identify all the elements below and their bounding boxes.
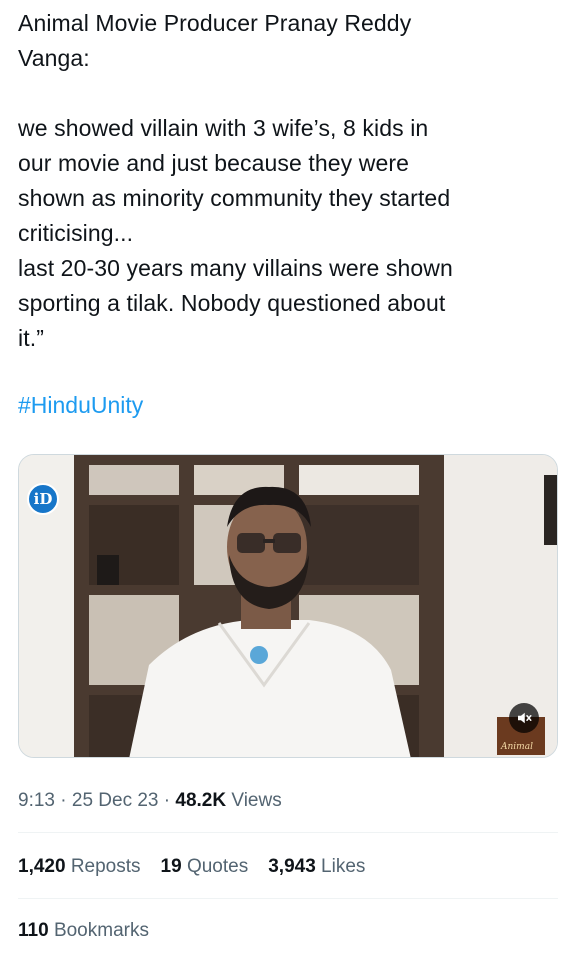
channel-logo-icon: iD — [27, 483, 59, 515]
views-label: Views — [231, 790, 282, 811]
meta-separator: · — [163, 790, 171, 811]
likes-stat[interactable]: 3,943 Likes — [268, 852, 365, 882]
mute-button[interactable] — [509, 703, 539, 733]
tweet-body: Animal Movie Producer Pranay Reddy Vanga… — [18, 6, 548, 423]
tweet-date[interactable]: 25 Dec 23 — [72, 790, 159, 811]
bookmarks-stat[interactable]: 110 Bookmarks — [18, 916, 149, 946]
views-count: 48.2K — [175, 790, 227, 811]
bookmarks-label: Bookmarks — [53, 920, 149, 941]
thumbnail-caption: Animal — [500, 742, 533, 752]
engagement-stats: 1,420 Reposts 19 Quotes 3,943 Likes — [18, 852, 365, 882]
video-player[interactable]: Animal iD — [18, 454, 558, 758]
likes-label: Likes — [321, 856, 366, 877]
quotes-count: 19 — [160, 856, 182, 877]
tweet-time[interactable]: 9:13 — [18, 790, 55, 811]
tweet-meta: 9:13 · 25 Dec 23 · 48.2K Views — [18, 786, 282, 816]
hashtag-link[interactable]: #HinduUnity — [18, 388, 548, 423]
video-thumbnail: Animal — [19, 455, 557, 757]
likes-count: 3,943 — [268, 856, 316, 877]
reposts-stat[interactable]: 1,420 Reposts — [18, 852, 141, 882]
reposts-label: Reposts — [70, 856, 141, 877]
tweet-text: Animal Movie Producer Pranay Reddy Vanga… — [18, 10, 453, 351]
meta-separator: · — [60, 790, 67, 811]
speaker-muted-icon — [518, 712, 532, 724]
divider — [18, 898, 558, 899]
divider — [18, 832, 558, 833]
bookmarks-count: 110 — [18, 920, 49, 941]
reposts-count: 1,420 — [18, 856, 66, 877]
quotes-label: Quotes — [186, 856, 249, 877]
quotes-stat[interactable]: 19 Quotes — [161, 852, 249, 882]
